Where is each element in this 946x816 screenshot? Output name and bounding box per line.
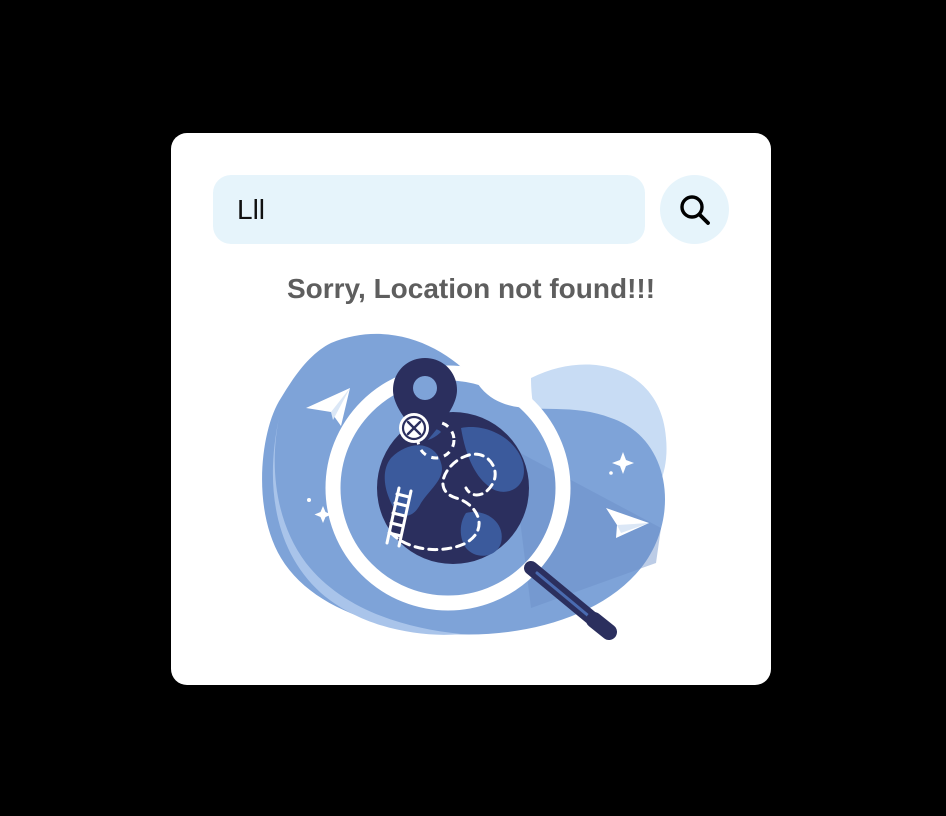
search-bar [213,175,729,244]
search-icon [678,193,712,227]
close-icon [399,413,429,443]
search-input[interactable] [213,175,645,244]
weather-card: Sorry, Location not found!!! [171,133,771,685]
location-not-found-illustration [261,328,681,648]
search-button[interactable] [660,175,729,244]
not-found-message: Sorry, Location not found!!! [286,273,656,304]
